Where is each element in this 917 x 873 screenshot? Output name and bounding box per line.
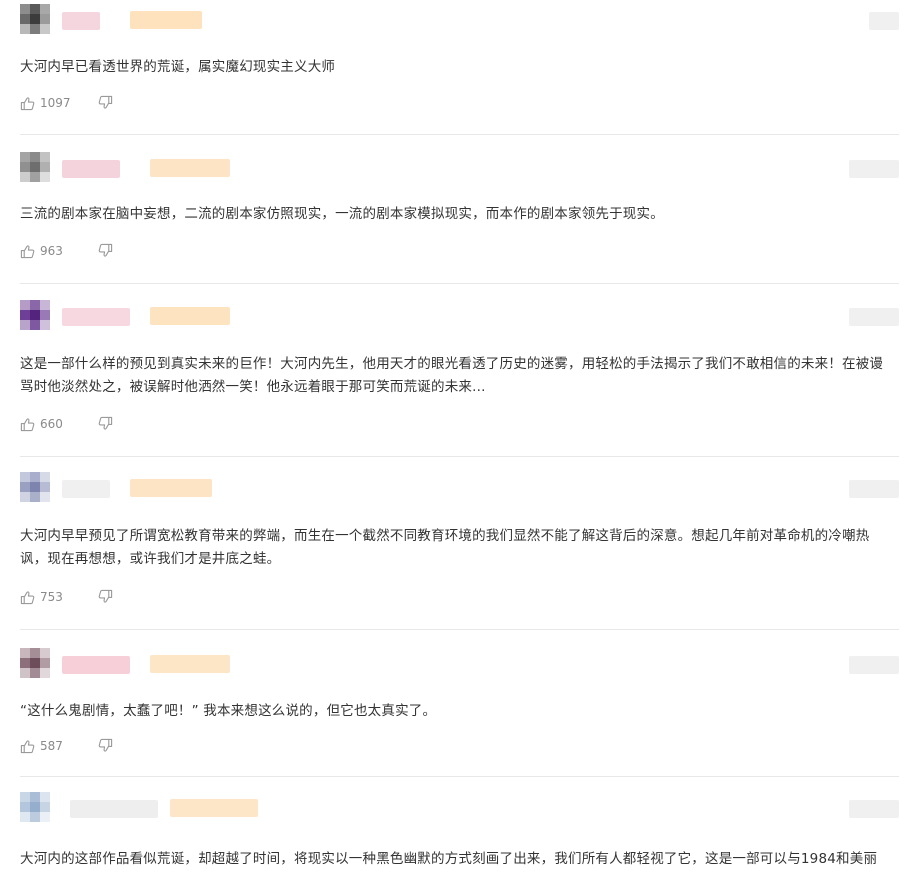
comment-text: 大河内早已看透世界的荒诞，属实魔幻现实主义大师	[20, 59, 336, 75]
comment-text: 这是一部什么样的预见到真实未来的巨作！大河内先生，他用天才的眼光看透了历史的迷雾…	[20, 356, 884, 395]
user-badge-blurred	[130, 479, 212, 497]
dislike-button[interactable]	[98, 243, 113, 258]
like-count: 963	[40, 244, 63, 258]
divider	[20, 134, 899, 135]
username-blurred[interactable]	[62, 656, 130, 674]
comment-text: 大河内早早预见了所谓宽松教育带来的弊端，而生在一个截然不同教育环境的我们显然不能…	[20, 528, 870, 567]
like-count: 587	[40, 739, 63, 753]
divider	[20, 776, 899, 777]
username-blurred[interactable]	[70, 800, 158, 818]
thumbs-down-icon	[98, 416, 113, 430]
avatar[interactable]	[20, 4, 50, 34]
like-count: 753	[40, 590, 63, 604]
comment-item: 大河内早早预见了所谓宽松教育带来的弊端，而生在一个截然不同教育环境的我们显然不能…	[0, 472, 917, 632]
like-count: 1097	[40, 96, 71, 110]
comment-item: 大河内的这部作品看似荒诞，却超越了时间，将现实以一种黑色幽默的方式刻画了出来，我…	[0, 792, 917, 873]
comment-time-blurred	[849, 656, 899, 674]
like-button[interactable]: 660	[20, 417, 63, 432]
comment-item: 三流的剧本家在脑中妄想，二流的剧本家仿照现实，一流的剧本家模拟现实，而本作的剧本…	[0, 152, 917, 282]
like-button[interactable]: 963	[20, 244, 63, 259]
username-blurred[interactable]	[62, 480, 110, 498]
avatar[interactable]	[20, 300, 50, 330]
user-badge-blurred	[150, 307, 230, 325]
like-count: 660	[40, 417, 63, 431]
comment-time-blurred	[849, 160, 899, 178]
user-badge-blurred	[130, 11, 202, 29]
comment-text: “这什么鬼剧情，太蠢了吧！” 我本来想这么说的，但它也太真实了。	[20, 703, 437, 719]
dislike-button[interactable]	[98, 416, 113, 431]
user-badge-blurred	[170, 799, 258, 817]
thumbs-up-icon	[20, 590, 35, 604]
comment-item: “这什么鬼剧情，太蠢了吧！” 我本来想这么说的，但它也太真实了。 587	[0, 648, 917, 778]
thumbs-up-icon	[20, 244, 35, 258]
thumbs-down-icon	[98, 589, 113, 603]
comment-actions: 963	[20, 241, 113, 261]
like-button[interactable]: 753	[20, 590, 63, 605]
comment-actions: 1097	[20, 93, 113, 113]
comment-time-blurred	[849, 480, 899, 498]
thumbs-up-icon	[20, 417, 35, 431]
thumbs-up-icon	[20, 96, 35, 110]
comment-time-blurred	[869, 12, 899, 30]
dislike-button[interactable]	[98, 738, 113, 753]
like-button[interactable]: 587	[20, 739, 63, 754]
avatar[interactable]	[20, 792, 50, 822]
comment-text: 大河内的这部作品看似荒诞，却超越了时间，将现实以一种黑色幽默的方式刻画了出来，我…	[20, 851, 878, 867]
thumbs-up-icon	[20, 739, 35, 753]
like-button[interactable]: 1097	[20, 96, 71, 111]
comment-time-blurred	[849, 800, 899, 818]
username-blurred[interactable]	[62, 160, 120, 178]
comment-actions: 587	[20, 736, 113, 756]
divider	[20, 283, 899, 284]
comment-actions: 660	[20, 414, 113, 434]
dislike-button[interactable]	[98, 589, 113, 604]
comment-item: 大河内早已看透世界的荒诞，属实魔幻现实主义大师 1097	[0, 4, 917, 134]
comment-actions: 753	[20, 587, 113, 607]
username-blurred[interactable]	[62, 308, 130, 326]
comment-text: 三流的剧本家在脑中妄想，二流的剧本家仿照现实，一流的剧本家模拟现实，而本作的剧本…	[20, 206, 664, 222]
avatar[interactable]	[20, 152, 50, 182]
thumbs-down-icon	[98, 95, 113, 109]
divider	[20, 629, 899, 630]
avatar[interactable]	[20, 648, 50, 678]
user-badge-blurred	[150, 655, 230, 673]
divider	[20, 456, 899, 457]
comment-item: 这是一部什么样的预见到真实未来的巨作！大河内先生，他用天才的眼光看透了历史的迷雾…	[0, 300, 917, 460]
thumbs-down-icon	[98, 738, 113, 752]
user-badge-blurred	[150, 159, 230, 177]
thumbs-down-icon	[98, 243, 113, 257]
comment-time-blurred	[849, 308, 899, 326]
username-blurred[interactable]	[62, 12, 100, 30]
avatar[interactable]	[20, 472, 50, 502]
dislike-button[interactable]	[98, 95, 113, 110]
